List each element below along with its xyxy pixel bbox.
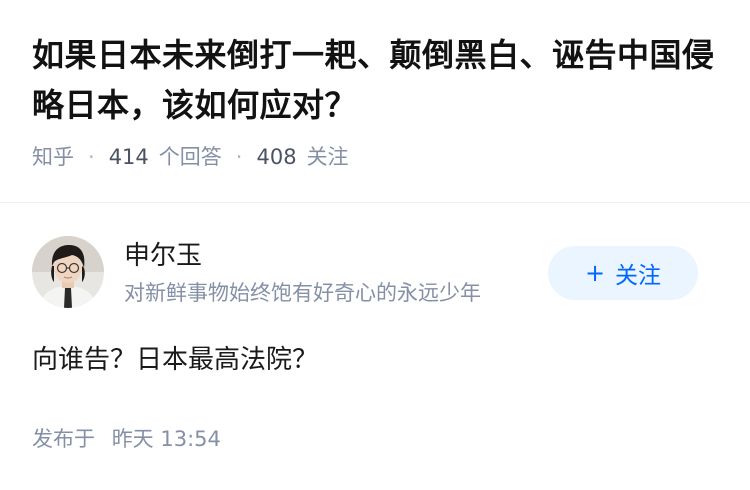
author-name[interactable]: 申尔玉 (124, 238, 202, 274)
follow-button-label: 关注 (615, 263, 662, 289)
answer-count: 414 (108, 145, 149, 169)
answer-content[interactable]: 向谁告？日本最高法院？ (32, 340, 318, 380)
avatar-icon (32, 236, 104, 308)
author-bio: 对新鲜事物始终饱有好奇心的永远少年 (124, 281, 481, 305)
section-divider (0, 202, 750, 203)
answer-count-label: 个回答 (158, 145, 222, 169)
meta-separator-dot: · (88, 145, 95, 169)
author-avatar[interactable] (32, 236, 104, 308)
author-row: 申尔玉 对新鲜事物始终饱有好奇心的永远少年 + 关注 (32, 236, 718, 312)
publish-timestamp: 昨天 13:54 (111, 427, 221, 451)
question-meta: 知乎 · 414 个回答 · 408 关注 (32, 142, 722, 172)
plus-icon: + (584, 259, 606, 287)
source-label[interactable]: 知乎 (32, 142, 74, 172)
follower-count: 408 (256, 145, 297, 169)
question-title[interactable]: 如果日本未来倒打一耙、颠倒黑白、诬告中国侵略日本，该如何应对？ (32, 30, 722, 130)
meta-separator-dot: · (235, 145, 243, 169)
publish-prefix: 发布于 (32, 427, 95, 451)
follower-count-label: 关注 (306, 145, 349, 169)
question-header: 如果日本未来倒打一耙、颠倒黑白、诬告中国侵略日本，该如何应对？ 知乎 · 414… (32, 30, 722, 172)
publish-time: 发布于 昨天 13:54 (32, 424, 221, 454)
follow-button[interactable]: + 关注 (548, 246, 698, 300)
